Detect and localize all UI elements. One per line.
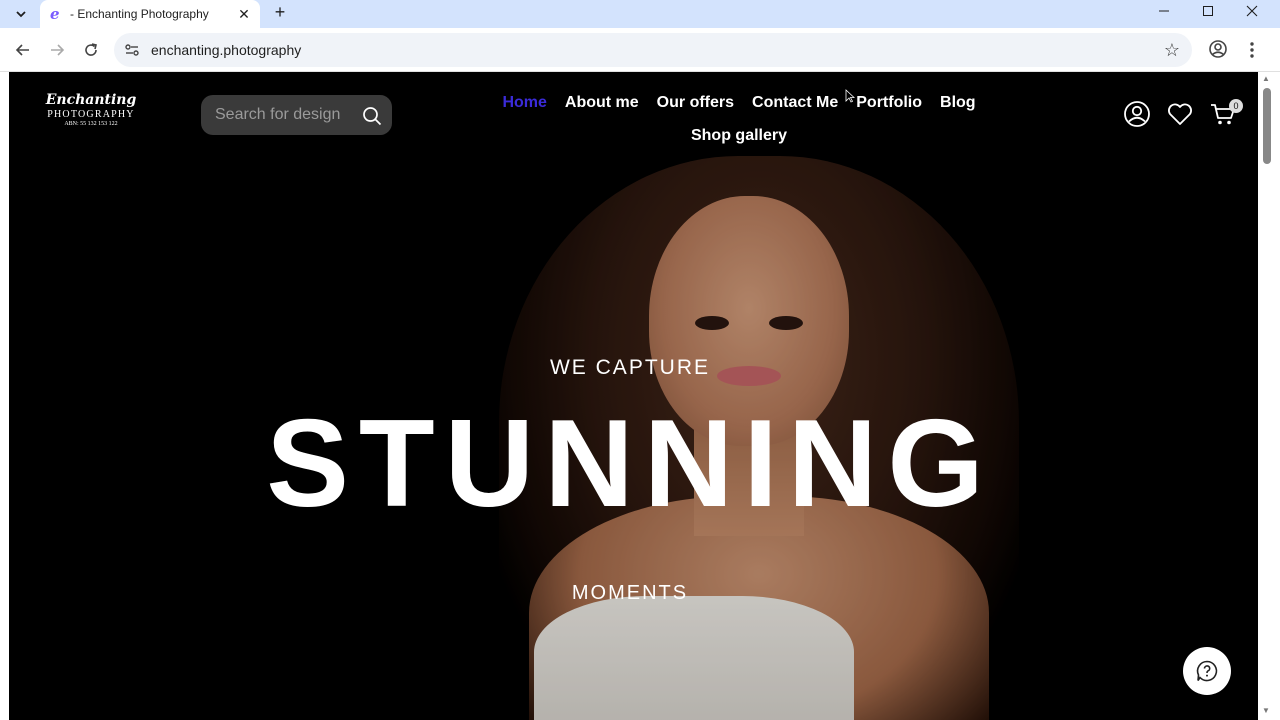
scroll-up-icon[interactable]: ▲ — [1262, 74, 1270, 83]
tab-title: - Enchanting Photography — [70, 7, 209, 21]
bookmark-star-icon[interactable]: ☆ — [1164, 40, 1180, 61]
nav-home[interactable]: Home — [502, 94, 546, 111]
minimize-button[interactable] — [1142, 0, 1186, 22]
nav-shop-gallery[interactable]: Shop gallery — [691, 127, 787, 144]
reload-button[interactable] — [78, 38, 104, 62]
site-favicon-icon: e — [50, 5, 60, 23]
nav-blog[interactable]: Blog — [940, 94, 976, 111]
browser-toolbar: enchanting.photography ☆ — [0, 28, 1280, 72]
nav-offers[interactable]: Our offers — [657, 94, 734, 111]
back-button[interactable] — [10, 38, 36, 62]
maximize-icon — [1203, 6, 1213, 16]
minimize-icon — [1159, 10, 1169, 12]
hero-kicker: WE CAPTURE — [549, 356, 710, 379]
site-info-icon[interactable] — [124, 42, 140, 58]
nav-contact[interactable]: Contact Me — [752, 94, 838, 111]
main-navigation: Home About me Our offers Contact Me Portfoli… — [479, 86, 999, 152]
logo-sub-text: PHOTOGRAPHY — [47, 109, 135, 120]
help-question-icon — [1196, 660, 1218, 682]
search-input[interactable] — [215, 105, 350, 125]
site-logo[interactable]: Enchanting PHOTOGRAPHY ABN: 55 132 153 1… — [41, 92, 141, 127]
maximize-button[interactable] — [1186, 0, 1230, 22]
wishlist-heart-icon[interactable] — [1166, 100, 1194, 128]
account-icon[interactable] — [1123, 100, 1151, 128]
profile-icon[interactable] — [1208, 39, 1228, 59]
window-edge — [0, 72, 9, 720]
scroll-down-icon[interactable]: ▼ — [1262, 706, 1270, 715]
new-tab-button[interactable]: + — [270, 2, 290, 22]
search-icon[interactable] — [361, 105, 383, 127]
scrollbar-thumb[interactable] — [1263, 88, 1271, 164]
tab-strip: e - Enchanting Photography ✕ + — [0, 0, 1280, 28]
logo-abn-text: ABN: 55 132 153 122 — [64, 121, 118, 127]
reload-icon — [85, 43, 97, 56]
nav-about[interactable]: About me — [565, 94, 639, 111]
window-close-button[interactable] — [1230, 0, 1274, 22]
hero-headline: STUNNING — [266, 395, 994, 533]
browser-tab[interactable]: e - Enchanting Photography ✕ — [40, 0, 260, 28]
nav-portfolio[interactable]: Portfolio — [856, 94, 922, 111]
page-scrollbar[interactable] — [1258, 72, 1280, 720]
forward-button[interactable] — [44, 38, 70, 62]
logo-script-text: Enchanting — [45, 92, 137, 108]
menu-icon[interactable] — [1244, 40, 1260, 60]
close-icon — [1246, 5, 1258, 17]
hero-subline: MOMENTS — [571, 582, 689, 604]
back-arrow-icon — [15, 44, 29, 56]
cart-count-badge: 0 — [1229, 99, 1243, 113]
tab-list-button[interactable] — [9, 3, 33, 25]
web-page: Enchanting PHOTOGRAPHY ABN: 55 132 153 1… — [9, 72, 1258, 720]
forward-arrow-icon — [51, 44, 65, 56]
tab-close-icon[interactable]: ✕ — [236, 6, 252, 22]
help-chat-button[interactable] — [1183, 647, 1231, 695]
mouse-cursor-icon — [845, 89, 855, 103]
url-text: enchanting.photography — [151, 42, 302, 58]
chevron-down-icon — [16, 11, 26, 18]
address-bar[interactable]: enchanting.photography ☆ — [114, 33, 1192, 67]
site-search — [201, 95, 392, 135]
